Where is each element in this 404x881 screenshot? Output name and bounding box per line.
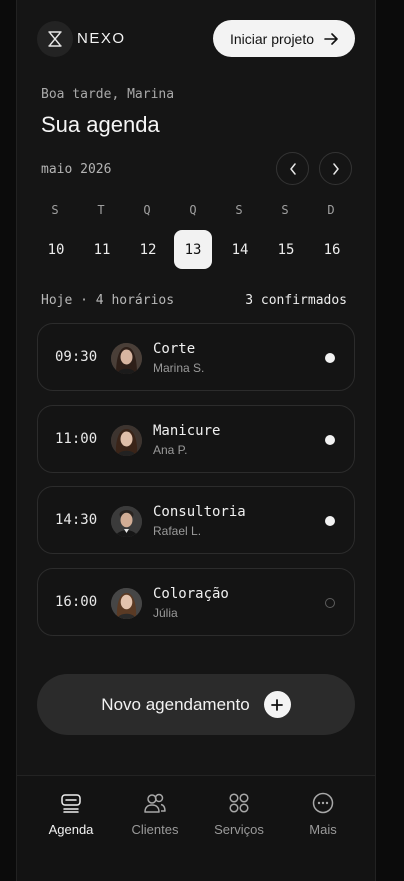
day-button[interactable]: 14 bbox=[221, 230, 259, 269]
tab-clientes[interactable]: Clientes bbox=[115, 792, 195, 837]
status-dot-confirmed bbox=[325, 516, 335, 526]
weekday-label: D bbox=[327, 203, 335, 217]
appointment-service: Consultoria bbox=[153, 504, 246, 520]
greeting: Boa tarde, Marina bbox=[41, 87, 175, 102]
appointment-service: Coloração bbox=[153, 586, 229, 602]
brand-name: NEXO bbox=[77, 30, 126, 47]
month-label: maio 2026 bbox=[41, 162, 112, 177]
appointment-time: 09:30 bbox=[55, 349, 98, 365]
start-project-label: Iniciar projeto bbox=[229, 30, 315, 47]
page-title: Sua agenda bbox=[41, 112, 160, 137]
confirmed-count: 3 confirmados bbox=[245, 293, 347, 308]
day-button[interactable]: 12 bbox=[129, 230, 167, 269]
day-button[interactable]: 15 bbox=[267, 230, 305, 269]
tab-label: Mais bbox=[309, 822, 337, 837]
tab-bar: Agenda Clientes Serviços Mais bbox=[17, 775, 375, 881]
weekday-label: S bbox=[51, 203, 59, 217]
agenda-icon bbox=[61, 794, 81, 813]
appointment-time: 11:00 bbox=[55, 431, 98, 447]
header: NEXO Iniciar projeto bbox=[37, 20, 355, 58]
previous-week-button[interactable] bbox=[276, 152, 309, 185]
new-appointment-button[interactable]: Novo agendamento bbox=[37, 674, 355, 735]
weekday-label: S bbox=[235, 203, 243, 217]
services-icon bbox=[229, 793, 249, 813]
appointment-card[interactable]: 09:30 Corte Marina S. bbox=[37, 323, 355, 391]
day-row: 10 11 12 13 14 15 16 bbox=[37, 230, 365, 270]
more-icon bbox=[312, 792, 334, 814]
start-project-button[interactable]: Iniciar projeto bbox=[213, 20, 355, 57]
weekday-label: Q bbox=[189, 203, 197, 217]
avatar bbox=[111, 425, 142, 456]
status-dot-confirmed bbox=[325, 435, 335, 445]
appointment-card[interactable]: 11:00 Manicure Ana P. bbox=[37, 405, 355, 473]
plus-icon bbox=[263, 691, 291, 718]
today-summary: Hoje · 4 horários bbox=[41, 293, 175, 308]
chevron-left-icon bbox=[289, 162, 296, 175]
appointment-card[interactable]: 16:00 Coloração Júlia bbox=[37, 568, 355, 636]
avatar bbox=[111, 343, 142, 374]
day-button-selected[interactable]: 13 bbox=[174, 230, 212, 269]
appointment-service: Corte bbox=[153, 341, 196, 357]
app-frame: NEXO Iniciar projeto Boa tarde, Marina S… bbox=[16, 0, 376, 881]
day-button[interactable]: 11 bbox=[83, 230, 121, 269]
day-button[interactable]: 16 bbox=[313, 230, 351, 269]
tab-label: Clientes bbox=[131, 822, 179, 837]
chevron-right-icon bbox=[332, 162, 339, 175]
logo[interactable] bbox=[37, 21, 73, 57]
weekday-row: S T Q Q S S D bbox=[37, 203, 365, 219]
appointment-time: 14:30 bbox=[55, 512, 98, 528]
appointment-client: Júlia bbox=[153, 606, 178, 620]
tab-agenda[interactable]: Agenda bbox=[31, 792, 111, 837]
appointment-client: Ana P. bbox=[153, 443, 188, 457]
appointment-card[interactable]: 14:30 Consultoria Rafael L. bbox=[37, 486, 355, 554]
weekday-label: S bbox=[281, 203, 289, 217]
logo-icon bbox=[48, 31, 62, 47]
appointment-service: Manicure bbox=[153, 423, 221, 439]
status-dot-confirmed bbox=[325, 353, 335, 363]
appointment-client: Marina S. bbox=[153, 361, 205, 375]
next-week-button[interactable] bbox=[319, 152, 352, 185]
tab-label: Serviços bbox=[214, 822, 264, 837]
status-dot-pending bbox=[325, 598, 335, 608]
tab-servicos[interactable]: Serviços bbox=[199, 792, 279, 837]
tab-mais[interactable]: Mais bbox=[283, 792, 363, 837]
appointment-time: 16:00 bbox=[55, 594, 98, 610]
clients-icon bbox=[144, 793, 166, 813]
tab-label: Agenda bbox=[48, 822, 94, 837]
arrow-right-icon bbox=[324, 32, 338, 45]
day-button[interactable]: 10 bbox=[37, 230, 75, 269]
weekday-label: Q bbox=[143, 203, 151, 217]
avatar bbox=[111, 506, 142, 537]
new-appointment-label: Novo agendamento bbox=[101, 694, 250, 714]
appointment-client: Rafael L. bbox=[153, 524, 202, 538]
weekday-label: T bbox=[97, 203, 105, 217]
avatar bbox=[111, 588, 142, 619]
